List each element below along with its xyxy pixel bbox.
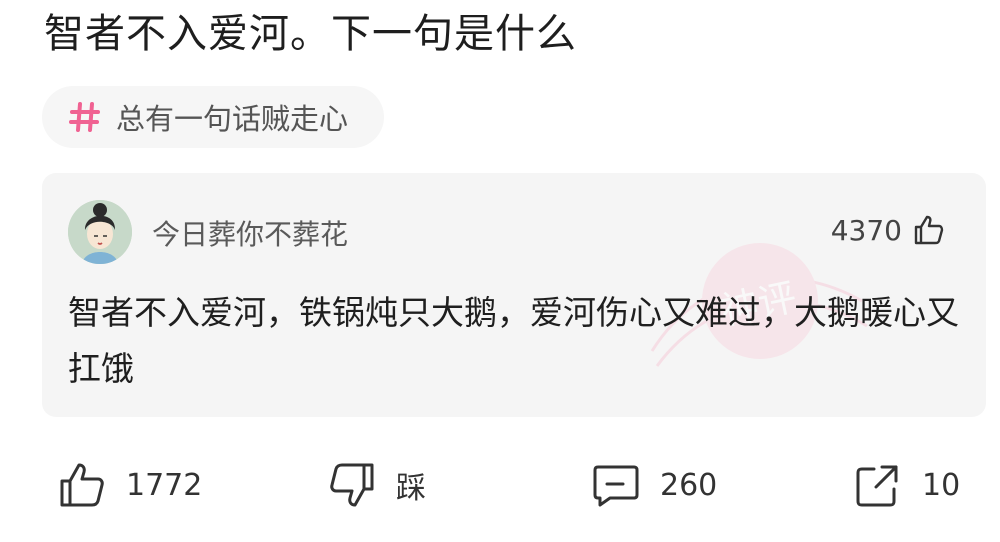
comment-username[interactable]: 今日葬你不葬花 — [152, 213, 348, 253]
post-title: 智者不入爱河。下一句是什么 — [44, 11, 577, 57]
dislike-button[interactable]: 踩 — [326, 458, 426, 512]
thumbs-down-icon — [330, 463, 374, 507]
comment-button[interactable]: 260 — [590, 458, 717, 512]
comment-bubble-icon — [593, 465, 639, 507]
comment-count: 260 — [660, 467, 718, 503]
topic-tag[interactable]: 总有一句话贼走心 — [42, 86, 384, 148]
like-count: 1772 — [126, 467, 203, 503]
thumbs-up-icon — [60, 463, 104, 507]
share-icon — [856, 465, 898, 507]
comment-text: 智者不入爱河，铁锅炖只大鹅，爱河伤心又难过，大鹅暖心又扛饿 — [68, 293, 959, 388]
topic-label: 总有一句话贼走心 — [116, 102, 349, 136]
dislike-label: 踩 — [396, 471, 426, 506]
like-button[interactable]: 1772 — [56, 458, 202, 512]
comment-like-count: 4370 — [830, 213, 902, 247]
avatar[interactable] — [68, 200, 132, 264]
share-button[interactable]: 10 — [852, 458, 960, 512]
hash-icon — [69, 102, 100, 132]
comment-like-button[interactable]: 4370 — [831, 213, 946, 247]
action-bar: 1772 踩 260 10 — [0, 450, 1000, 520]
top-comment-card: 神评 今日葬你不葬花 4370 智者不入爱河，铁锅炖只大鹅，爱河伤心又难过，大鹅… — [42, 173, 986, 417]
thumbs-up-icon — [914, 215, 944, 245]
share-count: 10 — [922, 467, 961, 503]
avatar-illustration — [68, 200, 132, 264]
